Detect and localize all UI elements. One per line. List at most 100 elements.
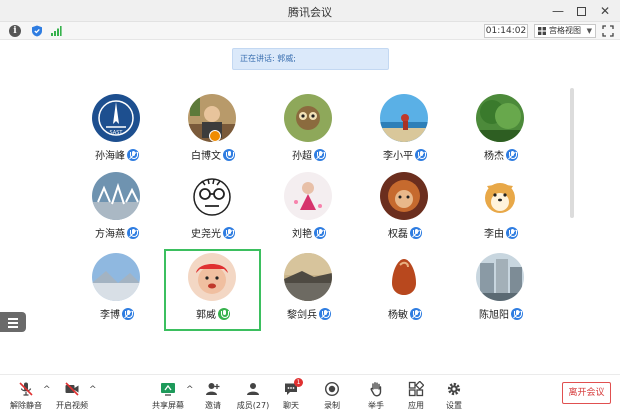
record-label: 录制 (324, 401, 340, 410)
participant-name: 杨杰 (484, 151, 504, 162)
gear-icon (447, 382, 461, 396)
mic-muted-icon (314, 149, 326, 161)
participant-tile[interactable]: 李小平 (357, 94, 453, 176)
mic-icon (223, 149, 235, 161)
leave-meeting-button[interactable]: 离开会议 (562, 382, 611, 404)
mic-muted-icon (410, 308, 422, 320)
avatar (476, 94, 524, 142)
participant-tile[interactable]: 黎剑兵 (261, 253, 357, 335)
participant-name: 史尧光 (191, 229, 221, 240)
participant-name: 陈旭阳 (479, 310, 509, 321)
record-icon (324, 381, 340, 397)
add-user-icon (206, 383, 220, 395)
unmute-label: 解除静音 (10, 401, 42, 410)
members-label: 成员(27) (236, 401, 270, 410)
avatar (284, 172, 332, 220)
view-mode-dropdown[interactable]: 宫格视图 ▼ (534, 24, 596, 38)
raise-hand-button[interactable]: 举手 (364, 381, 388, 411)
unmute-button[interactable]: 解除静音 (8, 381, 44, 411)
mic-muted-icon (223, 227, 235, 239)
participant-name: 孙超 (292, 151, 312, 162)
invite-button[interactable]: 邀请 (201, 381, 225, 411)
hand-icon (370, 382, 382, 397)
participant-tile[interactable]: 权磊 (357, 172, 453, 254)
start-video-button[interactable]: 开启视频 (54, 381, 90, 411)
participant-tile[interactable]: SAST 孙海峰 (69, 94, 165, 176)
minimize-button[interactable]: — (550, 3, 566, 19)
participant-name-row: 黎剑兵 (261, 306, 357, 321)
participant-name-row: 李由 (453, 225, 549, 240)
participant-name-row: 孙海峰 (69, 147, 165, 162)
meeting-timer: 01:14:02 (484, 24, 528, 38)
avatar (476, 253, 524, 301)
avatar (284, 253, 332, 301)
participant-name: 刘艳 (292, 229, 312, 240)
participant-tile[interactable]: 白博文 (165, 94, 261, 176)
close-button[interactable]: ✕ (597, 3, 613, 19)
raise-hand-label: 举手 (368, 401, 384, 410)
mic-muted-icon (314, 227, 326, 239)
participant-tile[interactable]: 陈旭阳 (453, 253, 549, 335)
participant-tile[interactable]: 杨敏 (357, 253, 453, 335)
participant-name-row: 权磊 (357, 225, 453, 240)
info-icon[interactable]: i (9, 25, 21, 37)
maximize-button[interactable] (573, 3, 589, 19)
participant-name-row: 孙超 (261, 147, 357, 162)
participant-name: 黎剑兵 (287, 310, 317, 321)
mic-muted-icon (511, 308, 523, 320)
participant-name-row: 白博文 (165, 147, 261, 162)
avatar (380, 172, 428, 220)
video-options-chevron-icon[interactable]: ^ (89, 385, 97, 395)
record-button[interactable]: 录制 (320, 381, 344, 411)
active-speaker-frame (164, 249, 261, 331)
avatar (380, 94, 428, 142)
participant-name-row: 李博 (69, 306, 165, 321)
participant-tile[interactable]: 方海燕 (69, 172, 165, 254)
side-panel-handle[interactable] (0, 312, 26, 332)
mic-muted-icon (506, 227, 518, 239)
chat-button[interactable]: 1 聊天 (279, 378, 303, 411)
chat-unread-badge: 1 (294, 378, 303, 387)
participant-name: 李小平 (383, 151, 413, 162)
video-off-icon (65, 382, 79, 396)
participant-name: 李博 (100, 310, 120, 321)
participant-name: 杨敏 (388, 310, 408, 321)
share-options-chevron-icon[interactable]: ^ (186, 385, 194, 395)
grid-scrollbar[interactable] (570, 88, 574, 218)
participant-tile[interactable]: 史尧光 (165, 172, 261, 254)
members-button[interactable]: 成员(27) (234, 381, 272, 411)
mic-muted-icon (319, 308, 331, 320)
participant-tile[interactable]: 杨杰 (453, 94, 549, 176)
participant-name-row: 杨杰 (453, 147, 549, 162)
participant-name-row: 方海燕 (69, 225, 165, 240)
shield-icon[interactable] (31, 25, 43, 37)
participant-name: 白博文 (191, 151, 221, 162)
avatar: SAST (92, 94, 140, 142)
chat-label: 聊天 (283, 401, 299, 410)
members-icon (247, 383, 259, 395)
mic-muted-icon (127, 227, 139, 239)
avatar (284, 94, 332, 142)
signal-icon[interactable] (50, 25, 62, 37)
settings-button[interactable]: 设置 (442, 381, 466, 411)
speaking-banner: 正在讲话: 郭威; (232, 48, 389, 70)
start-video-label: 开启视频 (56, 401, 88, 410)
fullscreen-icon[interactable] (602, 25, 614, 37)
participant-tile[interactable]: 李博 (69, 253, 165, 335)
mic-muted-icon (122, 308, 134, 320)
participant-tile[interactable]: 刘艳 (261, 172, 357, 254)
participant-name: 李由 (484, 229, 504, 240)
avatar (188, 172, 236, 220)
chevron-down-icon: ▼ (586, 27, 592, 35)
apps-label: 应用 (408, 401, 424, 410)
avatar (92, 172, 140, 220)
bottom-toolbar: 解除静音 ^ 开启视频 ^ 共享屏幕 ^ 邀请 成员(27) 1 聊天 录制 举… (0, 374, 620, 414)
title-bar: 腾讯会议 — ✕ (0, 0, 620, 22)
audio-options-chevron-icon[interactable]: ^ (43, 385, 51, 395)
participant-tile[interactable]: 孙超 (261, 94, 357, 176)
avatar (92, 253, 140, 301)
apps-button[interactable]: 应用 (404, 381, 428, 411)
participant-tile[interactable]: 李由 (453, 172, 549, 254)
share-screen-button[interactable]: 共享屏幕 (150, 381, 186, 411)
mic-muted-icon (506, 149, 518, 161)
